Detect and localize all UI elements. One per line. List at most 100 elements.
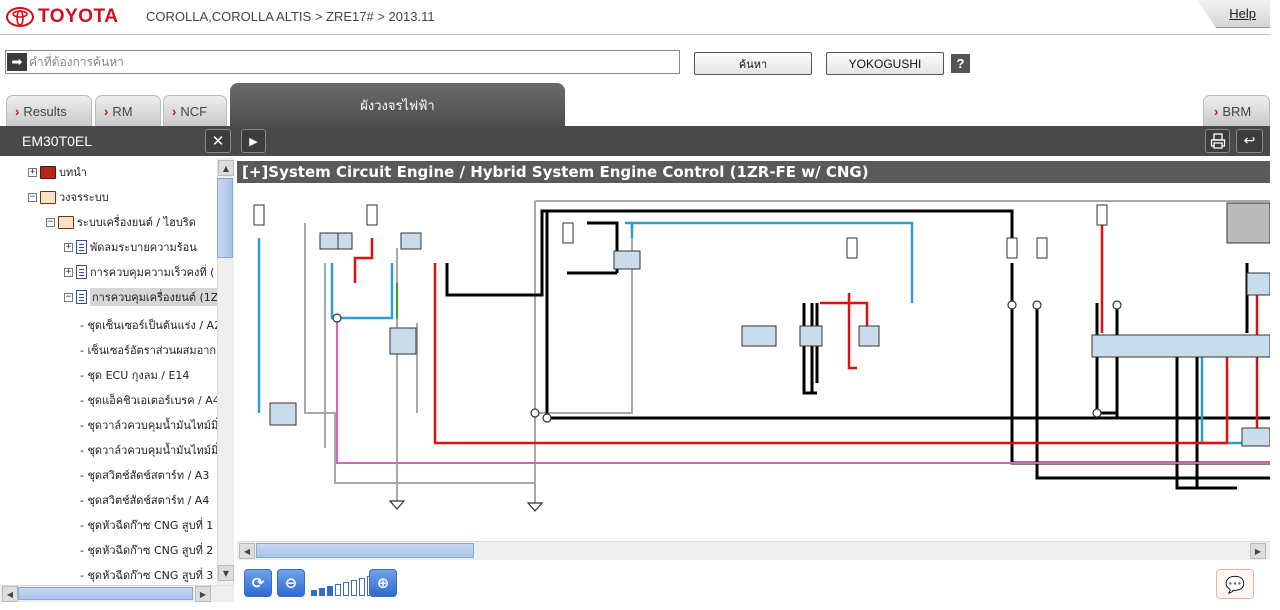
return-arrow-icon: ↩ <box>1243 133 1256 149</box>
tree-leaf[interactable]: - ชุดสวิตช์สัดช์สตาร์ท / A4 <box>80 491 209 509</box>
expand-icon[interactable]: + <box>64 242 73 252</box>
panel-title: EM30T0EL <box>22 133 93 149</box>
scroll-up-icon[interactable]: ▲ <box>218 160 234 176</box>
tree-item[interactable]: + บทนำ <box>28 163 87 181</box>
diagram-title[interactable]: [+]System Circuit Engine / Hybrid System… <box>237 161 1270 183</box>
collapse-icon[interactable]: − <box>46 217 55 227</box>
tree-item-label: การควบคุมเครื่องยนต์ (1Z <box>90 288 217 306</box>
tree-leaf[interactable]: - ชุดวาล์วควบคุมน้ำมันไทม์มิ่ง <box>80 441 217 459</box>
zoom-step[interactable] <box>319 588 325 596</box>
tab-brm[interactable]: › BRM <box>1203 95 1270 126</box>
arrow-right-icon: ➡ <box>7 53 27 71</box>
zoom-step[interactable] <box>351 580 357 596</box>
tab-label: Results <box>23 103 67 119</box>
chevron-right-icon: › <box>15 103 20 119</box>
refresh-icon: ⟳ <box>251 574 265 592</box>
tree-item[interactable]: − วงจรระบบ <box>28 188 109 206</box>
ground-symbols <box>388 500 544 512</box>
collapse-icon[interactable]: − <box>28 192 37 202</box>
book-icon <box>40 190 56 204</box>
tree-item-selected[interactable]: − การควบคุมเครื่องยนต์ (1Z <box>64 288 217 306</box>
document-icon <box>76 265 87 279</box>
zoom-step[interactable] <box>343 582 349 596</box>
tab-label: BRM <box>1222 103 1252 119</box>
tree-vertical-scroll-thumb[interactable] <box>217 178 233 258</box>
tab-ncf[interactable]: › NCF <box>163 95 227 126</box>
wiring-diagram-canvas[interactable] <box>237 183 1270 541</box>
tree-leaf[interactable]: - ชุด ECU กุงลม / E14 <box>80 366 189 384</box>
header-divider <box>0 34 1270 35</box>
back-button[interactable]: ↩ <box>1236 129 1263 153</box>
expand-icon[interactable]: + <box>64 267 73 277</box>
scroll-left-icon[interactable]: ◀ <box>239 543 255 559</box>
collapse-icon[interactable]: − <box>64 292 73 302</box>
tree-item-label: การควบคุมความเร็วคงที่ ( <box>90 266 215 279</box>
chevron-right-icon: › <box>172 103 177 119</box>
tree-leaf[interactable]: - ชุดแอ็คชิวเอเตอร์เบรค / A4 <box>80 391 217 409</box>
navigation-tree: + บทนำ − วงจรระบบ − ระบบเครื่องยนต์ / ไฮบริ… <box>0 158 217 585</box>
scroll-left-icon[interactable]: ◀ <box>2 586 18 602</box>
close-icon: ✕ <box>211 132 225 150</box>
tree-item-label: วงจรระบบ <box>59 191 109 204</box>
panel-header-bar <box>0 126 1270 156</box>
brand-name: TOYOTA <box>38 6 119 27</box>
scroll-down-icon[interactable]: ▼ <box>218 565 234 581</box>
printer-icon <box>1210 133 1225 149</box>
print-button[interactable] <box>1205 129 1230 153</box>
tree-leaf[interactable]: - ชุดเซ็นเซอร์เป็นต้นแร่ง / A2 <box>80 316 217 334</box>
tab-label: RM <box>112 103 133 119</box>
tree-leaf[interactable]: - ชุดสวิตช์สัดช์สตาร์ท / A3 <box>80 466 209 484</box>
tree-leaf[interactable]: - ชุดหัวฉีดก๊าซ CNG สูบที่ 3 <box>80 566 213 584</box>
comment-icon: 💬 <box>1225 574 1245 594</box>
components <box>269 202 1270 447</box>
junction-nodes <box>332 300 1122 423</box>
zoom-out-button[interactable]: ⊖ <box>277 569 305 597</box>
search-button[interactable]: ค้นหา <box>694 52 812 75</box>
search-input[interactable] <box>27 52 679 72</box>
document-icon <box>76 290 87 304</box>
tree-leaf[interactable]: - ชุดวาล์วควบคุมน้ำมันไทม์มิ่ง <box>80 416 217 434</box>
tree-item[interactable]: + การควบคุมความเร็วคงที่ ( <box>64 263 214 281</box>
chevron-right-icon: › <box>1214 103 1219 119</box>
toyota-emblem-icon <box>6 7 34 27</box>
document-icon <box>76 240 87 254</box>
book-icon <box>58 215 74 229</box>
expand-panel-button[interactable]: ▶ <box>241 129 266 153</box>
comment-button[interactable]: 💬 <box>1216 569 1254 599</box>
tree-horizontal-scroll-thumb[interactable] <box>18 587 193 600</box>
tab-results[interactable]: › Results <box>6 95 92 126</box>
scroll-right-icon[interactable]: ▶ <box>195 586 211 602</box>
tree-item[interactable]: − ระบบเครื่องยนต์ / ไฮบริด <box>46 213 196 231</box>
tree-item[interactable]: + พัดลมระบายความร้อน <box>64 238 197 256</box>
toyota-logo: TOYOTA <box>6 4 118 30</box>
close-panel-button[interactable]: ✕ <box>205 129 231 153</box>
yokogushi-button[interactable]: YOKOGUSHI <box>826 52 944 75</box>
fuses <box>253 204 1108 259</box>
help-icon[interactable]: ? <box>951 54 970 73</box>
wiring-diagram[interactable] <box>237 183 1270 541</box>
zoom-step[interactable] <box>311 590 317 596</box>
search-box: ➡ <box>5 50 680 74</box>
refresh-button[interactable]: ⟳ <box>244 569 272 597</box>
red-book-icon <box>40 165 56 179</box>
zoom-in-button[interactable]: ⊕ <box>369 569 397 597</box>
zoom-step[interactable] <box>335 584 341 596</box>
zoom-in-icon: ⊕ <box>376 574 390 592</box>
tab-rm[interactable]: › RM <box>95 95 161 126</box>
zoom-level-indicator[interactable] <box>311 574 373 596</box>
zoom-step[interactable] <box>359 578 365 596</box>
expand-icon[interactable]: + <box>28 167 37 177</box>
zoom-out-icon: ⊖ <box>284 574 298 592</box>
play-icon: ▶ <box>249 134 258 148</box>
tree-leaf[interactable]: - ชุดหัวฉีดก๊าซ CNG สูบที่ 2 <box>80 541 213 559</box>
tree-item-label: ระบบเครื่องยนต์ / ไฮบริด <box>77 216 196 229</box>
help-link[interactable]: Help <box>1198 0 1270 28</box>
scroll-right-icon[interactable]: ▶ <box>1250 543 1266 559</box>
tree-leaf[interactable]: - ชุดหัวฉีดก๊าซ CNG สูบที่ 1 <box>80 516 213 534</box>
diagram-horizontal-scroll-thumb[interactable] <box>256 543 474 558</box>
tree-item-label: บทนำ <box>59 166 87 179</box>
tree-leaf[interactable]: - เซ็นเซอร์อัตราส่วนผสมอากาศ <box>80 341 217 359</box>
breadcrumb: COROLLA,COROLLA ALTIS > ZRE17# > 2013.11 <box>146 9 435 24</box>
tab-wiring-diagram[interactable]: ผังวงจรไฟฟ้า <box>230 83 565 126</box>
zoom-step[interactable] <box>327 586 333 596</box>
